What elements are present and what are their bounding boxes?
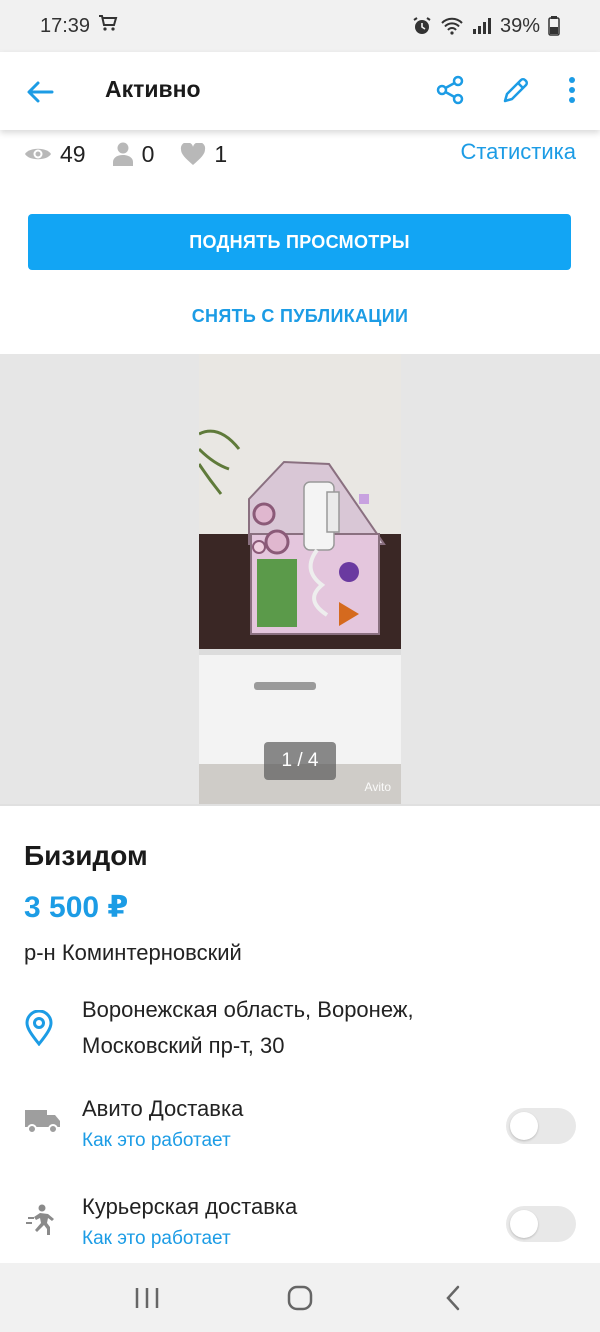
courier-delivery-row: Курьерская доставка Как это работает: [24, 1194, 584, 1254]
heart-icon: [181, 143, 206, 165]
status-bar: 17:39 39%: [0, 0, 600, 52]
battery-percent: 39%: [499, 14, 540, 37]
avito-delivery-toggle[interactable]: [506, 1108, 576, 1144]
home-icon: [287, 1285, 313, 1310]
ad-price: 3 500 ₽: [24, 891, 129, 924]
person-icon: [112, 142, 133, 166]
views-count: 49: [60, 140, 86, 167]
courier-delivery-toggle[interactable]: [506, 1206, 576, 1242]
system-nav-bar: [0, 1263, 600, 1332]
raise-views-button[interactable]: ПОДНЯТЬ ПРОСМОТРЫ: [28, 214, 571, 270]
ad-title: Бизидом: [24, 840, 148, 871]
image-gallery[interactable]: Avito: [0, 354, 600, 804]
battery-icon: [548, 16, 560, 36]
truck-icon: [25, 1110, 60, 1134]
share-icon: [436, 75, 464, 105]
watermark: Avito: [364, 780, 391, 794]
photo-counter: 1 / 4: [264, 742, 336, 780]
favorites-count: 1: [214, 140, 228, 167]
app-bar: Активно: [0, 52, 600, 130]
statistics-link[interactable]: Статистика: [460, 139, 576, 165]
contacts-stat: 0: [112, 140, 155, 168]
contacts-count: 0: [141, 140, 155, 167]
avito-delivery-how-link[interactable]: Как это работает: [82, 1130, 231, 1152]
ad-district: р-н Коминтерновский: [24, 940, 242, 965]
alarm-icon: [412, 16, 432, 36]
cart-icon: [98, 14, 118, 38]
system-back-button[interactable]: [428, 1273, 478, 1323]
divider: [0, 804, 600, 806]
recent-apps-button[interactable]: [122, 1273, 172, 1323]
favorites-stat: 1: [180, 141, 227, 168]
pencil-icon: [503, 78, 528, 103]
stats-row: 49 0 1 Статистика: [0, 132, 600, 176]
edit-button[interactable]: [496, 70, 536, 110]
address-line-2: Московский пр-т, 30: [82, 1033, 285, 1058]
arrow-left-icon: [27, 81, 54, 103]
more-vertical-icon: [569, 77, 575, 103]
share-button[interactable]: [430, 70, 470, 110]
more-options-button[interactable]: [562, 70, 582, 110]
address-line-1: Воронежская область, Воронеж,: [82, 997, 414, 1022]
courier-delivery-how-link[interactable]: Как это работает: [82, 1228, 231, 1250]
status-time: 17:39: [40, 14, 91, 37]
views-stat: 49: [24, 141, 86, 168]
product-photo[interactable]: Avito: [199, 354, 401, 804]
courier-delivery-title: Курьерская доставка: [82, 1194, 298, 1219]
home-button[interactable]: [275, 1273, 325, 1323]
wifi-icon: [440, 17, 464, 35]
avito-delivery-row: Авито Доставка Как это работает: [24, 1096, 584, 1156]
unpublish-button[interactable]: СНЯТЬ С ПУБЛИКАЦИИ: [0, 296, 600, 336]
chevron-left-icon: [446, 1285, 460, 1310]
runner-icon: [26, 1204, 54, 1235]
avito-delivery-title: Авито Доставка: [82, 1096, 244, 1121]
signal-icon: [472, 17, 492, 35]
location-pin-icon: [25, 1009, 53, 1047]
back-button[interactable]: [22, 74, 58, 110]
recent-apps-icon: [135, 1287, 158, 1308]
address-row: Воронежская область, Воронеж, Московский…: [24, 992, 584, 1064]
page-title: Активно: [105, 76, 201, 102]
eye-icon: [25, 148, 51, 160]
